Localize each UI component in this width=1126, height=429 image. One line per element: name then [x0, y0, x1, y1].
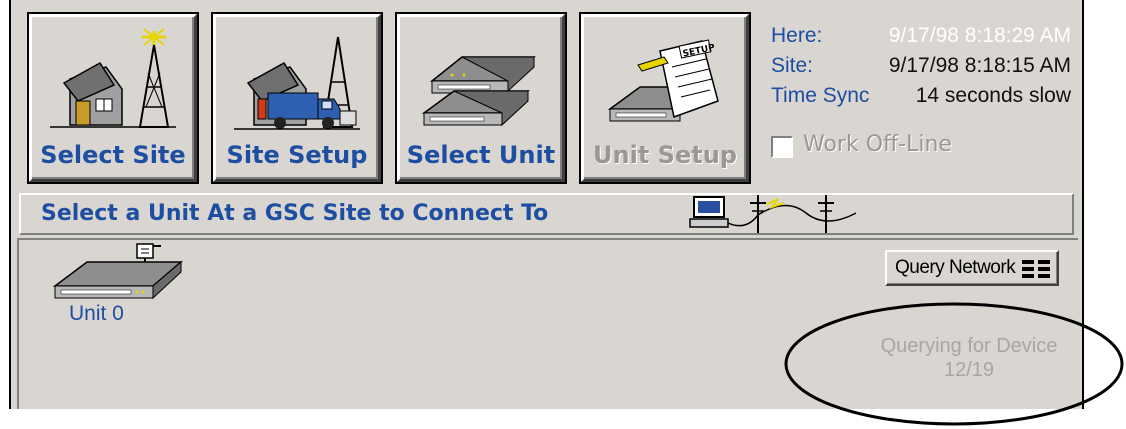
site-time-row: Site: 9/17/98 8:18:15 AM	[771, 54, 1081, 86]
checkbox-box[interactable]	[771, 136, 793, 158]
instruction-bar: Select a Unit At a GSC Site to Connect T…	[19, 193, 1074, 235]
site-tower-icon	[50, 28, 176, 128]
here-time-row: Here: 9/17/98 8:18:29 AM	[771, 24, 1081, 56]
query-network-button[interactable]: Query Network	[885, 250, 1059, 286]
site-setup-button[interactable]: Site Setup	[213, 14, 381, 182]
time-status-panel: Here: 9/17/98 8:18:29 AM Site: 9/17/98 8…	[771, 24, 1081, 184]
network-unit-icon	[52, 243, 184, 300]
here-time-value: 9/17/98 8:18:29 AM	[888, 24, 1071, 47]
select-unit-button[interactable]: Select Unit	[397, 14, 565, 182]
time-sync-value: 14 seconds slow	[915, 84, 1071, 107]
select-site-label: Select Site	[40, 141, 186, 169]
unit-device-icon	[421, 56, 536, 127]
unit-setup-button[interactable]: SETUP Unit Setup	[581, 14, 749, 182]
connection-icon	[689, 195, 857, 233]
site-time-value: 9/17/98 8:18:15 AM	[888, 54, 1071, 77]
unit-setup-label: Unit Setup	[593, 141, 737, 169]
select-site-button[interactable]: Select Site	[29, 14, 197, 182]
time-sync-label: Time Sync	[771, 84, 870, 107]
query-network-label: Query Network	[895, 257, 1016, 278]
unit-item[interactable]: Unit 0	[41, 240, 191, 330]
time-sync-row: Time Sync 14 seconds slow	[771, 84, 1081, 116]
site-setup-label: Site Setup	[226, 141, 368, 169]
unit-label: Unit 0	[69, 302, 124, 325]
work-offline-label: Work Off-Line	[803, 132, 952, 157]
highlight-ellipse	[784, 302, 1124, 426]
site-truck-icon	[234, 36, 360, 130]
unit-setup-icon: SETUP	[607, 39, 719, 122]
grid-icon	[1022, 260, 1050, 278]
select-unit-label: Select Unit	[406, 141, 556, 169]
site-label: Site:	[771, 54, 814, 77]
toolbar: Select Site Site Setup Select Unit SETUP…	[11, 0, 1082, 188]
instruction-text: Select a Unit At a GSC Site to Connect T…	[41, 201, 549, 226]
here-label: Here:	[771, 24, 823, 47]
